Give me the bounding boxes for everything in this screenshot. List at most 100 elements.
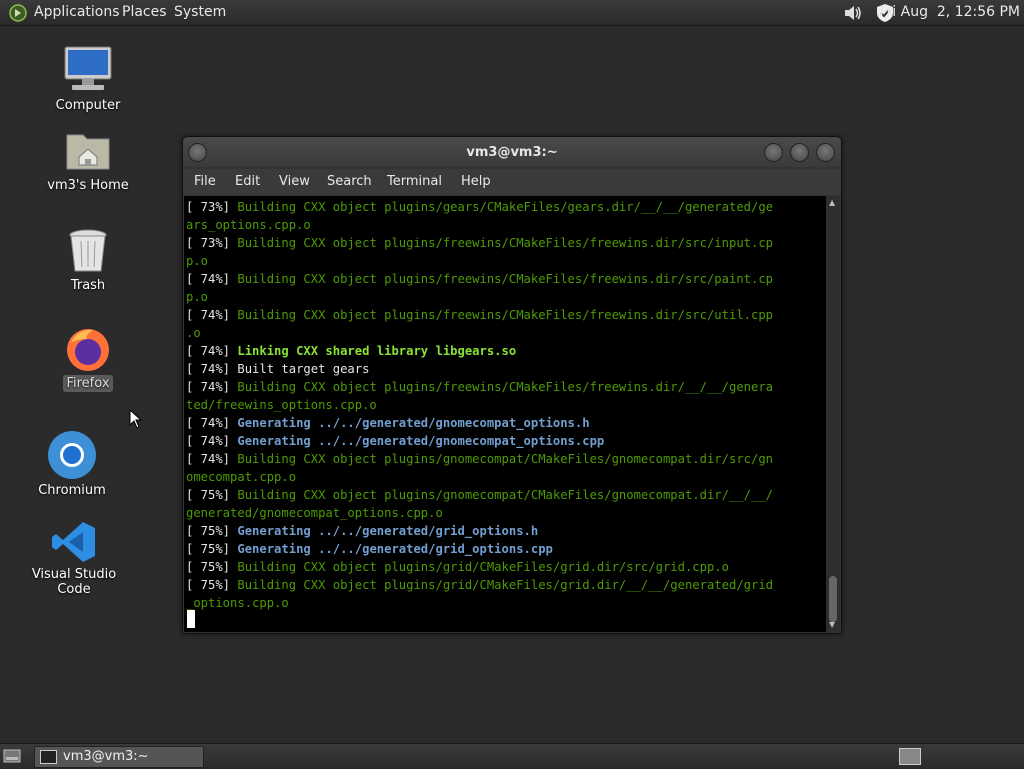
menu-view[interactable]: View [279,174,310,189]
terminal-line: [ 73%] Building CXX object plugins/freew… [186,234,773,252]
terminal-line: [ 74%] Building CXX object plugins/freew… [186,270,773,288]
progress-percent: [ 73%] [186,200,238,214]
show-desktop-icon[interactable] [3,748,21,764]
progress-percent: [ 74%] [186,452,238,466]
terminal-line-text: Building CXX object plugins/grid/CMakeFi… [237,578,774,592]
computer-icon [64,46,112,90]
desktop-icon-label: Visual Studio Code [31,567,117,597]
desktop-icon-chromium[interactable]: Chromium [22,430,122,499]
desktop-icon-trash[interactable]: Trash [38,227,138,294]
progress-percent: [ 74%] [186,308,238,322]
desktop-icon-vscode[interactable]: Visual Studio Code [14,520,134,598]
terminal-cursor [187,610,195,628]
chromium-icon [48,431,96,479]
progress-percent: [ 74%] [186,362,238,376]
menu-file[interactable]: File [194,174,216,189]
terminal-icon [40,750,57,764]
maximize-button[interactable] [790,143,809,162]
progress-percent: [ 74%] [186,434,238,448]
menu-search[interactable]: Search [327,174,372,189]
taskbar-terminal-button[interactable]: vm3@vm3:~ [34,746,204,768]
scrollbar-thumb[interactable] [829,576,837,622]
progress-percent: [ 74%] [186,272,238,286]
progress-percent: [ 75%] [186,542,238,556]
applications-menu[interactable]: Applications [34,4,120,20]
terminal-line-text: Building CXX object plugins/gnomecompat/… [237,452,774,466]
trash-icon [69,229,107,272]
terminal-line: _options.cpp.o [186,594,289,612]
terminal-line-text: Generating ../../generated/grid_options.… [237,524,539,538]
terminal-window: vm3@vm3:~ File Edit View Search Terminal… [182,136,842,634]
desktop-icon-firefox[interactable]: Firefox [38,325,138,392]
menu-terminal[interactable]: Terminal [387,174,442,189]
terminal-line: ars_options.cpp.o [186,216,311,234]
distro-logo-icon[interactable] [9,4,27,22]
terminal-line: [ 75%] Generating ../../generated/grid_o… [186,522,538,540]
terminal-line-text: Linking CXX shared library libgears.so [237,344,517,358]
taskbar-label: vm3@vm3:~ [63,749,149,764]
volume-icon[interactable] [842,3,864,23]
system-menu[interactable]: System [174,4,226,20]
scroll-down-arrow-icon[interactable]: ▼ [829,620,835,629]
terminal-line-text: Generating ../../generated/gnomecompat_o… [237,416,590,430]
window-titlebar[interactable]: vm3@vm3:~ [183,137,841,167]
close-button[interactable] [816,143,835,162]
menu-edit[interactable]: Edit [235,174,260,189]
terminal-line: p.o [186,288,208,306]
terminal-line-text: Building CXX object plugins/freewins/CMa… [237,272,774,286]
window-menubar: File Edit View Search Terminal Help [183,169,841,195]
terminal-line-text: Generating ../../generated/gnomecompat_o… [237,434,605,448]
terminal-line-text: .o [186,326,201,340]
terminal-line: [ 74%] Building CXX object plugins/gnome… [186,450,773,468]
top-panel: Applications Places System Fri Aug 2, 12… [0,0,1024,26]
terminal-line-text: Building CXX object plugins/grid/CMakeFi… [237,560,729,574]
desktop-icon-computer[interactable]: Computer [38,45,138,114]
terminal-line: [ 75%] Building CXX object plugins/gnome… [186,486,773,504]
desktop-icon-label: Chromium [38,483,106,498]
mouse-pointer-icon [129,409,143,429]
terminal-line: omecompat.cpp.o [186,468,296,486]
vscode-icon [52,522,95,562]
progress-percent: [ 75%] [186,578,238,592]
terminal-line-text: p.o [186,254,209,268]
scroll-up-arrow-icon[interactable]: ▲ [829,198,835,207]
terminal-scrollbar[interactable]: ▲ ▼ [826,196,840,632]
terminal-line-text: ted/freewins_options.cpp.o [186,398,377,412]
terminal-line-text: Generating ../../generated/grid_options.… [237,542,553,556]
terminal-line-text: Building CXX object plugins/freewins/CMa… [237,308,774,322]
minimize-button[interactable] [764,143,783,162]
desktop-icon-label: Trash [70,278,106,293]
terminal-line: [ 75%] Building CXX object plugins/grid/… [186,576,773,594]
terminal-line-text: ars_options.cpp.o [186,218,311,232]
home-folder-icon [66,134,110,170]
progress-percent: [ 73%] [186,236,238,250]
terminal-output[interactable]: [ 73%] Building CXX object plugins/gears… [184,196,826,632]
terminal-line: [ 74%] Linking CXX shared library libgea… [186,342,516,360]
terminal-line-text: omecompat.cpp.o [186,470,297,484]
terminal-line: [ 74%] Generating ../../generated/gnomec… [186,432,604,450]
firefox-icon [67,329,109,371]
progress-percent: [ 75%] [186,560,238,574]
terminal-line: [ 74%] Built target gears [186,360,369,378]
terminal-line: [ 75%] Building CXX object plugins/grid/… [186,558,729,576]
progress-percent: [ 74%] [186,416,238,430]
progress-percent: [ 74%] [186,380,238,394]
terminal-line-text: _options.cpp.o [186,596,289,610]
places-menu[interactable]: Places [122,4,167,20]
terminal-line: ted/freewins_options.cpp.o [186,396,377,414]
desktop-icon-label: Computer [55,98,121,113]
terminal-line: [ 75%] Generating ../../generated/grid_o… [186,540,553,558]
terminal-line: generated/gnomecompat_options.cpp.o [186,504,443,522]
bottom-panel: vm3@vm3:~ [0,743,1024,769]
terminal-line-text: Building CXX object plugins/gnomecompat/… [237,488,774,502]
progress-percent: [ 75%] [186,524,238,538]
progress-percent: [ 75%] [186,488,238,502]
terminal-line: [ 74%] Building CXX object plugins/freew… [186,306,773,324]
workspace-switcher[interactable] [899,748,921,765]
terminal-line-text: Built target gears [237,362,370,376]
menu-help[interactable]: Help [461,174,491,189]
terminal-line: [ 73%] Building CXX object plugins/gears… [186,198,773,216]
terminal-line: [ 74%] Generating ../../generated/gnomec… [186,414,590,432]
desktop-icon-home[interactable]: vm3's Home [38,127,138,194]
panel-clock[interactable]: Fri Aug 2, 12:56 PM [880,4,1021,20]
